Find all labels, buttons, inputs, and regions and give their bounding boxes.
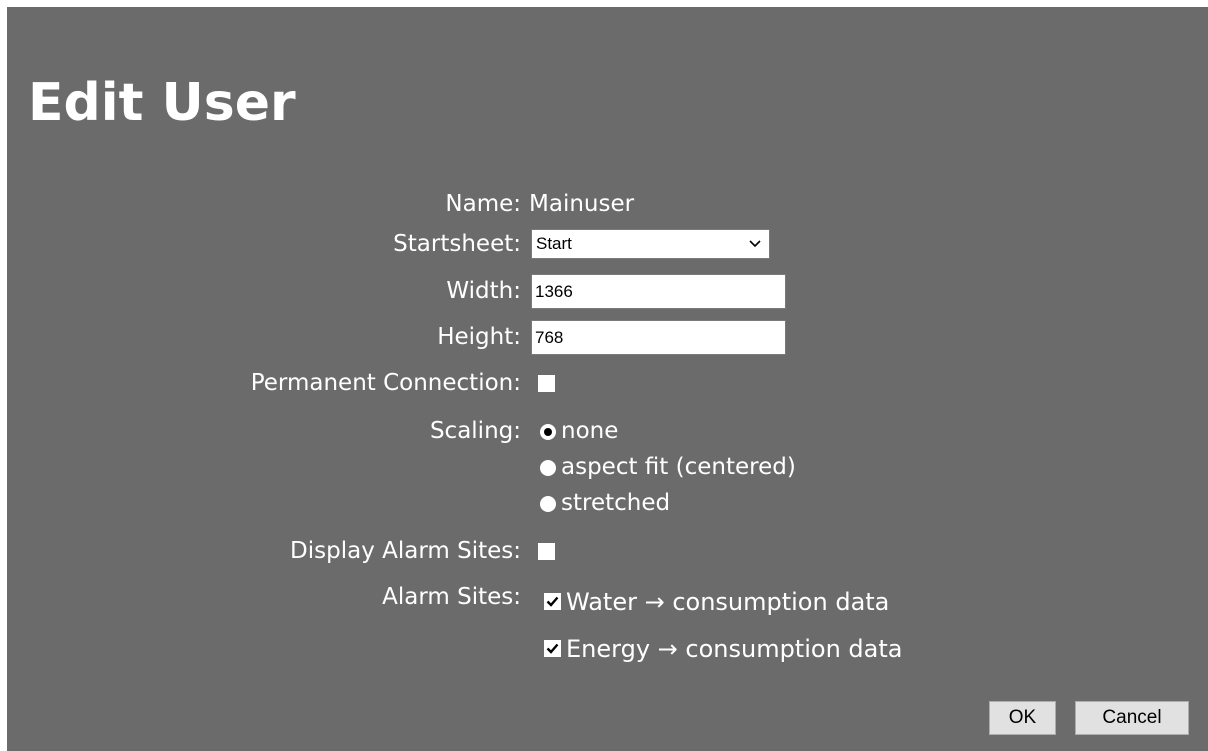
width-input[interactable]: 1366 [531, 274, 786, 309]
scaling-stretched-radio[interactable] [540, 496, 556, 512]
alarm-site-water-label: Water → consumption data [566, 588, 890, 616]
alarm-sites-row: Alarm Sites: Water → consumption data [7, 580, 1208, 616]
display-alarm-sites-row: Display Alarm Sites: [7, 534, 1208, 568]
name-row: Name: Mainuser [7, 187, 1208, 221]
scaling-aspect-fit-radio[interactable] [540, 460, 556, 476]
scaling-none-radio[interactable] [540, 424, 556, 440]
alarm-site-water-checkbox[interactable] [544, 593, 561, 610]
scaling-row: Scaling: none [7, 414, 1208, 448]
permanent-connection-label: Permanent Connection: [250, 370, 521, 396]
ok-button[interactable]: OK [989, 701, 1056, 735]
name-label: Name: [445, 191, 521, 217]
startsheet-label: Startsheet: [393, 231, 521, 257]
startsheet-select[interactable]: Start [531, 229, 770, 259]
scaling-none-label: none [561, 418, 619, 444]
scaling-label: Scaling: [429, 418, 521, 444]
checkmark-icon [546, 643, 559, 654]
width-row: Width: 1366 [7, 274, 1208, 309]
height-row: Height: 768 [7, 320, 1208, 355]
edit-user-panel: Edit User Name: Mainuser Startsheet: Sta… [7, 7, 1208, 751]
scaling-stretched-label: stretched [561, 490, 671, 516]
checkmark-icon [546, 596, 559, 607]
startsheet-selected-value: Start [536, 234, 572, 253]
alarm-site-energy-checkbox[interactable] [544, 640, 561, 657]
name-value: Mainuser [529, 191, 635, 217]
scaling-stretched-row: stretched [7, 486, 1208, 520]
display-alarm-sites-checkbox[interactable] [538, 543, 555, 560]
width-label: Width: [446, 278, 521, 304]
height-label: Height: [437, 324, 521, 350]
cancel-button[interactable]: Cancel [1075, 701, 1189, 735]
display-alarm-sites-label: Display Alarm Sites: [290, 538, 521, 564]
startsheet-row: Startsheet: Start [7, 227, 1208, 261]
chevron-down-icon [749, 240, 761, 248]
height-input[interactable]: 768 [531, 320, 786, 355]
alarm-sites-label: Alarm Sites: [382, 584, 521, 610]
scaling-aspect-fit-row: aspect fit (centered) [7, 450, 1208, 484]
page-title: Edit User [28, 73, 296, 133]
alarm-site-energy-row: Energy → consumption data [7, 627, 1208, 663]
permanent-connection-row: Permanent Connection: [7, 366, 1208, 400]
scaling-aspect-fit-label: aspect fit (centered) [561, 454, 796, 480]
permanent-connection-checkbox[interactable] [538, 375, 555, 392]
alarm-site-energy-label: Energy → consumption data [566, 635, 903, 663]
